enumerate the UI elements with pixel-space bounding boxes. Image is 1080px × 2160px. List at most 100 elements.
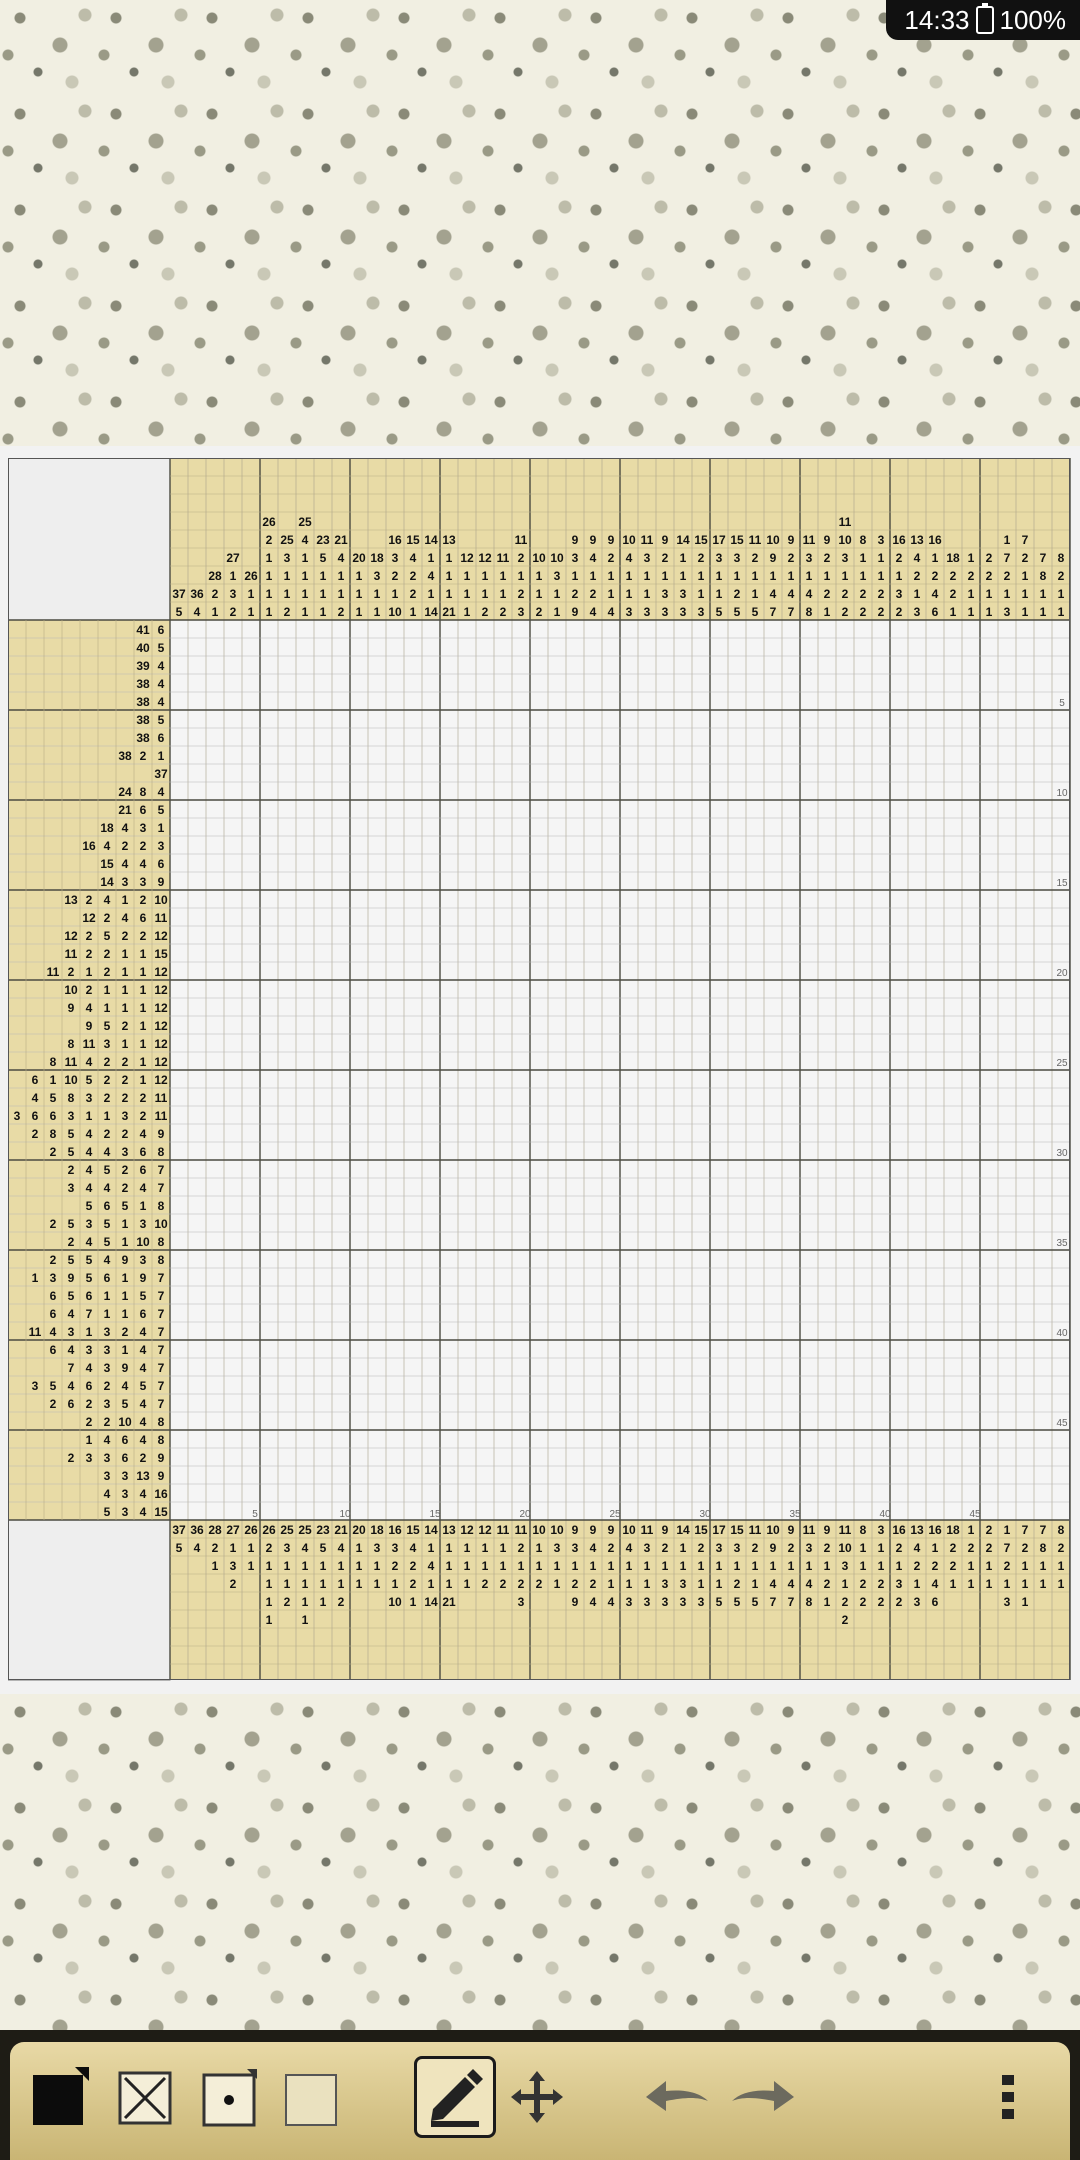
row-clue: 9	[158, 1469, 165, 1483]
column-clue-bottom: 8	[1040, 1541, 1047, 1555]
column-clue-bottom: 2	[536, 1577, 543, 1591]
column-clue: 1	[644, 587, 651, 601]
column-clue-bottom: 2	[266, 1541, 273, 1555]
row-clue: 5	[68, 1145, 75, 1159]
move-tool[interactable]	[502, 2062, 572, 2132]
column-clue-bottom: 11	[497, 1523, 510, 1537]
row-clue: 2	[68, 1235, 75, 1249]
column-clue: 2	[212, 587, 219, 601]
column-clue: 2	[698, 551, 705, 565]
row-clue: 12	[154, 983, 168, 997]
row-clue: 2	[86, 1415, 93, 1429]
column-clue-bottom: 15	[406, 1523, 420, 1537]
column-clue-bottom: 1	[446, 1559, 453, 1573]
column-clue: 5	[734, 605, 741, 619]
row-clue: 1	[104, 1307, 111, 1321]
row-clue: 2	[122, 1325, 129, 1339]
column-marker: 10	[339, 1509, 351, 1520]
column-clue: 4	[608, 605, 615, 619]
row-clue: 4	[86, 1361, 93, 1375]
column-clue: 4	[788, 587, 795, 601]
column-clue: 3	[680, 587, 687, 601]
column-clue: 9	[608, 533, 615, 547]
row-clue: 9	[158, 1451, 165, 1465]
fill-square-tool[interactable]	[24, 2062, 94, 2132]
column-clue-bottom: 1	[536, 1541, 543, 1555]
column-clue-bottom: 1	[248, 1559, 255, 1573]
column-clue: 1	[536, 587, 543, 601]
column-clue-bottom: 1	[626, 1577, 633, 1591]
column-clue-bottom: 2	[986, 1523, 993, 1537]
redo-button[interactable]	[728, 2062, 798, 2132]
row-clue: 11	[155, 1109, 168, 1123]
row-clue: 4	[158, 785, 165, 799]
row-clue: 11	[65, 1055, 78, 1069]
row-clue: 2	[68, 965, 75, 979]
row-clue: 2	[122, 839, 129, 853]
row-clue: 2	[140, 749, 147, 763]
bottom-toolbar	[0, 2030, 1080, 2160]
row-clue: 3	[68, 1325, 75, 1339]
column-clue-bottom: 1	[464, 1559, 471, 1573]
row-clue: 13	[136, 1469, 150, 1483]
column-clue-bottom: 1	[860, 1541, 867, 1555]
column-clue-bottom: 5	[734, 1595, 741, 1609]
pencil-mode-tool[interactable]	[414, 2056, 496, 2138]
column-clue-bottom: 1	[968, 1577, 975, 1591]
column-clue-bottom: 3	[374, 1541, 381, 1555]
column-clue: 1	[248, 605, 255, 619]
column-clue: 2	[860, 587, 867, 601]
column-clue-bottom: 5	[176, 1541, 183, 1555]
empty-square-tool[interactable]	[276, 2062, 346, 2132]
column-clue: 1	[554, 605, 561, 619]
column-clue-bottom: 1	[410, 1595, 417, 1609]
row-clue: 5	[122, 1199, 129, 1213]
column-clue-bottom: 4	[194, 1541, 201, 1555]
column-clue-bottom: 26	[244, 1523, 258, 1537]
row-marker: 30	[1056, 1148, 1068, 1159]
row-clue: 12	[154, 1037, 168, 1051]
column-clue-bottom: 1	[428, 1577, 435, 1591]
column-clue: 3	[392, 551, 399, 565]
column-clue-bottom: 2	[482, 1577, 489, 1591]
column-clue-bottom: 7	[770, 1595, 777, 1609]
row-clue: 3	[122, 1487, 129, 1501]
column-clue-bottom: 9	[590, 1523, 597, 1537]
column-clue-bottom: 4	[608, 1595, 615, 1609]
undo-button[interactable]	[642, 2062, 712, 2132]
column-clue-bottom: 21	[334, 1523, 348, 1537]
column-clue-bottom: 2	[860, 1577, 867, 1591]
column-clue-bottom: 7	[1004, 1541, 1011, 1555]
column-clue: 4	[410, 551, 417, 565]
column-clue-bottom: 3	[662, 1577, 669, 1591]
row-clue: 3	[32, 1379, 39, 1393]
cross-tool[interactable]	[110, 2062, 180, 2132]
column-clue-bottom: 10	[838, 1541, 852, 1555]
column-clue-bottom: 1	[680, 1541, 687, 1555]
column-clue-bottom: 1	[1040, 1559, 1047, 1573]
row-clue: 1	[140, 1055, 147, 1069]
column-clue: 2	[842, 605, 849, 619]
column-marker: 30	[699, 1509, 711, 1520]
row-clue: 3	[68, 1181, 75, 1195]
column-clue-bottom: 2	[212, 1541, 219, 1555]
column-clue: 4	[338, 551, 345, 565]
column-clue-bottom: 28	[208, 1523, 222, 1537]
column-clue: 3	[518, 605, 525, 619]
row-clue: 4	[158, 677, 165, 691]
column-clue-bottom: 2	[230, 1577, 237, 1591]
column-clue-bottom: 3	[662, 1595, 669, 1609]
column-clue: 1	[320, 569, 327, 583]
column-clue-bottom: 10	[622, 1523, 636, 1537]
dot-tool[interactable]	[194, 2062, 264, 2132]
row-clue: 3	[104, 1361, 111, 1375]
more-menu-button[interactable]	[988, 2062, 1028, 2132]
row-clue: 2	[140, 929, 147, 943]
column-clue-bottom: 2	[590, 1577, 597, 1591]
column-clue-bottom: 10	[388, 1595, 402, 1609]
row-clue: 6	[140, 1307, 147, 1321]
nonogram-board[interactable]: 3753753643642821282127132271322611261126…	[8, 458, 1072, 1684]
column-clue-bottom: 4	[410, 1541, 417, 1555]
row-clue: 8	[158, 1235, 165, 1249]
column-clue-bottom: 1	[356, 1541, 363, 1555]
